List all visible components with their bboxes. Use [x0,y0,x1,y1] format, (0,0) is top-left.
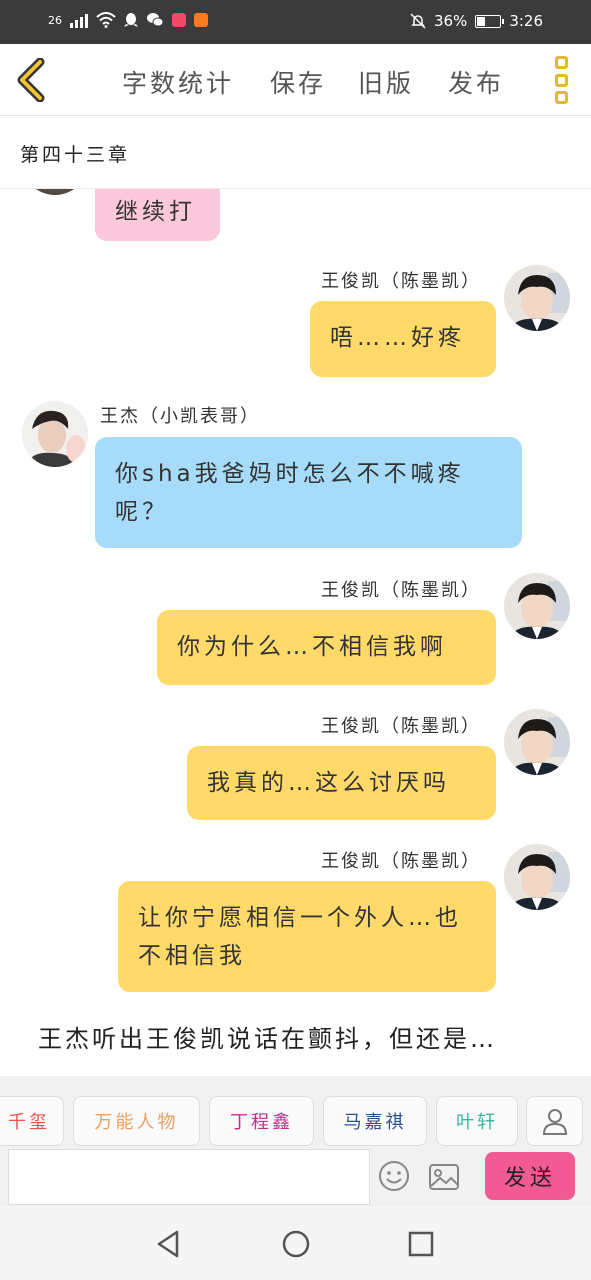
network-type: 26 [48,13,62,27]
book-app-icon [172,13,186,27]
avatar[interactable] [504,265,570,331]
avatar[interactable] [504,844,570,910]
save-button[interactable]: 保存 [270,64,326,100]
old-version-button[interactable]: 旧版 [358,64,414,100]
message-bubble[interactable]: 唔……好疼 [310,301,496,377]
message-bubble[interactable]: 我真的…这么讨厌吗 [187,746,496,820]
character-name: 丁程鑫 [230,1112,293,1133]
wechat-icon [147,13,164,27]
image-icon[interactable] [428,1162,460,1192]
message-bubble[interactable]: 让你宁愿相信一个外人…也不相信我 [118,881,496,992]
message-bubble[interactable]: 你sha我爸妈时怎么不不喊疼呢？ [95,437,522,548]
character-name: 马嘉祺 [343,1112,407,1133]
avatar[interactable] [22,189,88,195]
more-vertical-icon[interactable] [553,56,569,104]
chapter-title[interactable]: 第四十三章 [20,140,130,167]
message-text: 你sha我爸妈时怎么不不喊疼呢？ [115,461,465,525]
wifi-icon [96,12,116,28]
input-bar: 发送 [0,1148,591,1206]
word-count-button[interactable]: 字数统计 [122,64,234,100]
speaker-name: 王俊凯（陈墨凯） [321,851,481,872]
signal-icon [70,12,88,28]
message-text: 唔……好疼 [330,325,465,351]
avatar[interactable] [504,573,570,639]
publish-button[interactable]: 发布 [448,64,504,100]
speaker-name: 王杰（小凯表哥） [100,406,260,427]
character-selector: 千玺 万能人物 丁程鑫 马嘉祺 叶轩 [0,1076,591,1148]
status-right: 36% 3:26 [410,12,543,30]
chapter-header: 第四十三章 [0,116,591,189]
speaker-name: 王俊凯（陈墨凯） [321,716,481,737]
narration-text[interactable]: 王杰听出王俊凯说话在颤抖，但还是… [38,1019,497,1054]
battery-icon [475,14,505,28]
avatar[interactable] [22,401,88,467]
chat-area[interactable]: 继续打 王俊凯（陈墨凯） 唔……好疼 王杰（小凯表哥） 你sha我爸妈时怎么不不… [0,189,591,1076]
taobao-app-icon [194,13,208,27]
character-name: 叶轩 [456,1112,498,1133]
message-input[interactable] [8,1149,370,1205]
qq-icon [124,13,138,27]
character-chip-yexuan[interactable]: 叶轩 [436,1096,518,1146]
person-icon [542,1109,567,1135]
message-text: 让你宁愿相信一个外人…也不相信我 [138,905,462,969]
add-character-button[interactable] [526,1096,583,1146]
character-chip-majiaqi[interactable]: 马嘉祺 [323,1096,427,1146]
speaker-name: 王俊凯（陈墨凯） [321,271,481,292]
home-circle-icon[interactable] [280,1228,312,1260]
system-nav-bar [0,1206,591,1280]
message-bubble[interactable]: 你为什么…不相信我啊 [157,610,496,685]
character-chip-generic[interactable]: 万能人物 [73,1096,200,1146]
character-name: 千玺 [8,1112,50,1133]
status-left: 26 [48,12,208,28]
message-text: 我真的…这么讨厌吗 [207,770,450,796]
editor-toolbar: 字数统计 保存 旧版 发布 [0,44,591,116]
character-chip-dingchengxin[interactable]: 丁程鑫 [209,1096,314,1146]
back-triangle-icon[interactable] [153,1228,185,1260]
character-name: 万能人物 [94,1112,179,1133]
mute-bell-icon [410,13,426,29]
message-bubble[interactable]: 继续打 [95,189,220,241]
clock: 3:26 [509,12,543,30]
status-bar: 26 36% 3:26 [0,0,591,44]
character-chip-qianxi[interactable]: 千玺 [0,1096,64,1146]
send-button[interactable]: 发送 [485,1152,575,1200]
message-text: 你为什么…不相信我啊 [177,634,447,660]
speaker-name: 王俊凯（陈墨凯） [321,580,481,601]
message-text: 继续打 [115,199,196,225]
avatar[interactable] [504,709,570,775]
emoji-icon[interactable] [378,1160,410,1192]
chevron-left-icon[interactable] [14,58,50,102]
recents-square-icon[interactable] [405,1228,437,1260]
battery-percent: 36% [433,12,468,30]
